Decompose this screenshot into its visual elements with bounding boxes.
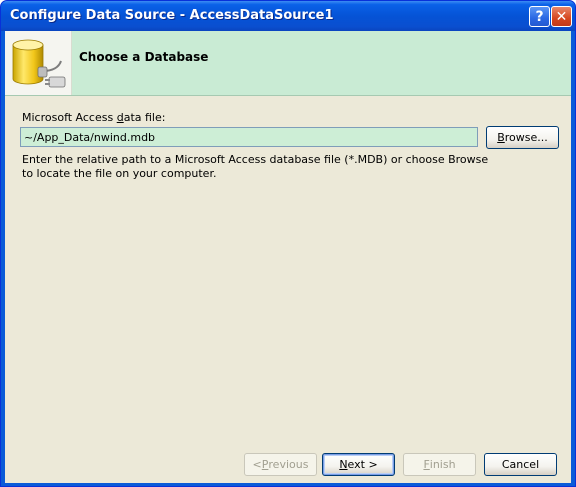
cancel-button[interactable]: Cancel [484, 453, 557, 476]
file-field-label: Microsoft Access data file: [22, 111, 166, 124]
title-bar[interactable]: Configure Data Source - AccessDataSource… [1, 1, 575, 31]
finish-button[interactable]: Finish [403, 453, 476, 476]
next-button[interactable]: Next > [322, 453, 395, 476]
page-title: Choose a Database [79, 50, 209, 64]
help-text: Enter the relative path to a Microsoft A… [22, 153, 489, 180]
database-file-input[interactable] [20, 127, 478, 147]
help-icon: ? [535, 8, 544, 25]
close-icon: ✕ [555, 8, 568, 25]
dialog-body: Choose a Database Microsoft Access data … [5, 31, 571, 483]
window-title: Configure Data Source - AccessDataSource… [10, 8, 334, 23]
wizard-header: Choose a Database [5, 31, 571, 96]
close-button[interactable]: ✕ [551, 6, 572, 27]
dialog-window: Configure Data Source - AccessDataSource… [0, 0, 576, 487]
previous-button[interactable]: < Previous [244, 453, 317, 476]
database-plug-icon [5, 31, 72, 95]
browse-button[interactable]: Browse... [486, 126, 559, 149]
help-button[interactable]: ? [529, 6, 550, 27]
